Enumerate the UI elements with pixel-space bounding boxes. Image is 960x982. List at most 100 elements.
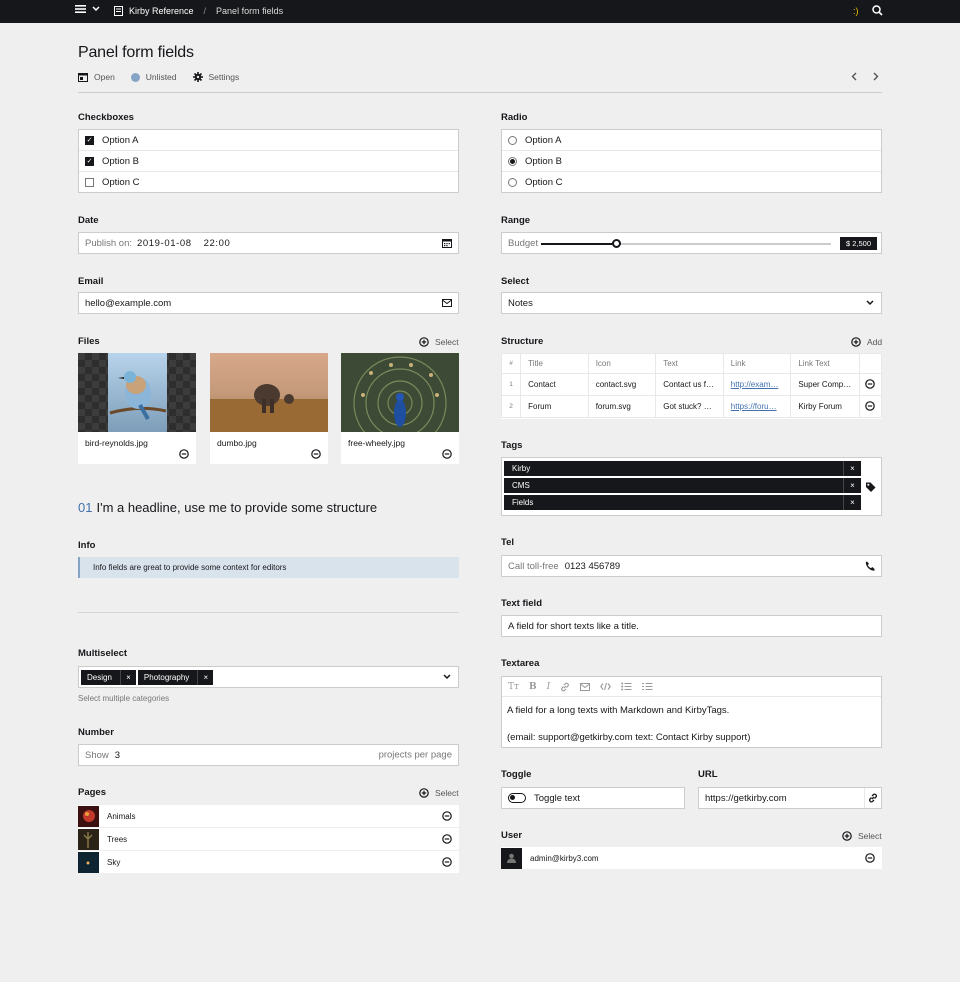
file-card[interactable]: bird-reynolds.jpg: [78, 353, 196, 464]
chevron-right-icon[interactable]: [873, 72, 879, 81]
italic-icon[interactable]: I: [547, 682, 551, 692]
tag-remove-icon[interactable]: ×: [843, 495, 861, 510]
bold-icon[interactable]: B: [529, 682, 537, 692]
toggle-switch[interactable]: [508, 793, 526, 803]
structure-add-button[interactable]: Add: [851, 337, 882, 347]
number-field[interactable]: Show 3 projects per page: [78, 744, 459, 766]
row-options-cell[interactable]: [858, 373, 883, 396]
pages-select-button[interactable]: Select: [419, 788, 459, 798]
date-field[interactable]: Publish on: 2019-01-08 22:00: [78, 232, 459, 254]
settings-button[interactable]: Settings: [192, 72, 239, 82]
tag[interactable]: CMS ×: [504, 478, 861, 493]
chevron-left-icon[interactable]: [851, 72, 857, 81]
multiselect-tag[interactable]: Design ×: [81, 669, 136, 685]
menu-button[interactable]: [75, 4, 100, 14]
files-select-button[interactable]: Select: [419, 337, 459, 347]
checkbox-option[interactable]: ✓ Option A: [79, 130, 458, 151]
remove-icon[interactable]: [179, 449, 189, 459]
tel-button[interactable]: [865, 561, 875, 571]
remove-icon[interactable]: [442, 449, 452, 459]
table-cell[interactable]: Super Comp…: [790, 373, 860, 396]
status-button[interactable]: Unlisted: [130, 72, 177, 82]
remove-icon[interactable]: [442, 857, 452, 867]
code-icon[interactable]: [600, 682, 612, 691]
link-icon[interactable]: [560, 682, 570, 692]
table-cell[interactable]: Contact us f…: [655, 373, 724, 396]
list-item[interactable]: Sky: [78, 851, 459, 874]
user-select-button[interactable]: Select: [842, 831, 882, 841]
multiselect-dropdown-button[interactable]: [443, 674, 451, 680]
checkbox-checked-icon[interactable]: ✓: [85, 135, 94, 145]
table-row[interactable]: 1 Contact contact.svg Contact us f… http…: [500, 373, 883, 396]
radio-unchecked-icon[interactable]: [508, 135, 517, 145]
email-field[interactable]: hello@example.com: [78, 292, 459, 314]
site-name-link[interactable]: Kirby Reference: [129, 6, 194, 16]
open-button[interactable]: Open: [78, 72, 115, 82]
multiselect-tag[interactable]: Photography ×: [137, 669, 214, 685]
tag[interactable]: Kirby ×: [504, 461, 861, 476]
headline-icon[interactable]: Tт: [508, 682, 519, 692]
radio-option[interactable]: Option B: [502, 151, 881, 172]
email-input[interactable]: hello@example.com: [85, 298, 171, 309]
checkbox-option[interactable]: Option C: [79, 172, 458, 193]
radio-option[interactable]: Option C: [502, 172, 881, 193]
remove-icon[interactable]: [864, 378, 875, 389]
table-cell[interactable]: Kirby Forum: [790, 395, 860, 418]
tags-field[interactable]: Kirby × CMS × Fields ×: [501, 457, 882, 516]
checkbox-checked-icon[interactable]: ✓: [85, 156, 94, 166]
file-card[interactable]: free-wheely.jpg: [341, 353, 459, 464]
table-cell[interactable]: http://exam…: [722, 373, 792, 396]
file-card[interactable]: dumbo.jpg: [210, 353, 328, 464]
tag-remove-icon[interactable]: ×: [197, 669, 213, 685]
calendar-button[interactable]: [442, 238, 452, 248]
list-item[interactable]: Trees: [78, 828, 459, 851]
list-item[interactable]: Animals: [78, 805, 459, 828]
breadcrumb-current[interactable]: Panel form fields: [216, 6, 283, 16]
tel-field[interactable]: Call toll-free 0123 456789: [501, 555, 882, 577]
table-cell[interactable]: Forum: [520, 395, 589, 418]
text-input[interactable]: A field for short texts like a title.: [508, 621, 639, 632]
license-indicator[interactable]: :): [853, 6, 859, 16]
multiselect-field[interactable]: Design × Photography ×: [78, 666, 459, 688]
url-open-button[interactable]: [864, 788, 881, 808]
url-field[interactable]: https://getkirby.com: [698, 787, 882, 809]
tag-remove-icon[interactable]: ×: [843, 478, 861, 493]
bullet-list-icon[interactable]: [621, 682, 632, 691]
email-icon[interactable]: [580, 682, 591, 691]
table-row[interactable]: 2 Forum forum.svg Got stuck? … https://f…: [500, 395, 883, 418]
radio-unchecked-icon[interactable]: [508, 178, 517, 187]
remove-icon[interactable]: [442, 834, 452, 844]
checkbox-unchecked-icon[interactable]: [85, 178, 94, 187]
checkbox-option[interactable]: ✓ Option B: [79, 151, 458, 172]
table-cell[interactable]: contact.svg: [587, 373, 657, 396]
radio-checked-icon[interactable]: [508, 156, 517, 166]
radio-option[interactable]: Option A: [502, 130, 881, 151]
table-link[interactable]: http://exam…: [731, 380, 779, 389]
tag-remove-icon[interactable]: ×: [119, 669, 136, 685]
table-cell[interactable]: Contact: [520, 373, 589, 396]
search-button[interactable]: [872, 5, 883, 19]
remove-icon[interactable]: [311, 449, 321, 459]
select-field[interactable]: Notes: [501, 292, 882, 314]
tag-remove-icon[interactable]: ×: [843, 461, 861, 476]
select-dropdown-button[interactable]: [866, 300, 874, 306]
table-cell[interactable]: forum.svg: [587, 395, 657, 418]
textarea-content[interactable]: A field for a long texts with Markdown a…: [502, 697, 881, 744]
ordered-list-icon[interactable]: [642, 682, 653, 691]
table-link[interactable]: https://foru…: [731, 402, 777, 411]
date-input[interactable]: 2019-01-08: [137, 238, 192, 249]
remove-icon[interactable]: [865, 853, 875, 863]
tel-input[interactable]: 0123 456789: [565, 561, 620, 572]
list-item[interactable]: admin@kirby3.com: [501, 847, 882, 869]
remove-icon[interactable]: [864, 400, 875, 411]
textarea-field[interactable]: Tт B I A field for a long texts with Mar…: [501, 676, 882, 748]
email-button[interactable]: [442, 299, 452, 307]
number-input[interactable]: 3: [115, 750, 120, 761]
time-input[interactable]: 22:00: [204, 238, 231, 249]
url-input[interactable]: https://getkirby.com: [705, 793, 787, 804]
tags-button[interactable]: [865, 481, 876, 492]
toggle-field[interactable]: Toggle text: [501, 787, 685, 809]
tag[interactable]: Fields ×: [504, 495, 861, 510]
table-cell[interactable]: Got stuck? …: [655, 395, 724, 418]
table-cell[interactable]: https://foru…: [722, 395, 792, 418]
